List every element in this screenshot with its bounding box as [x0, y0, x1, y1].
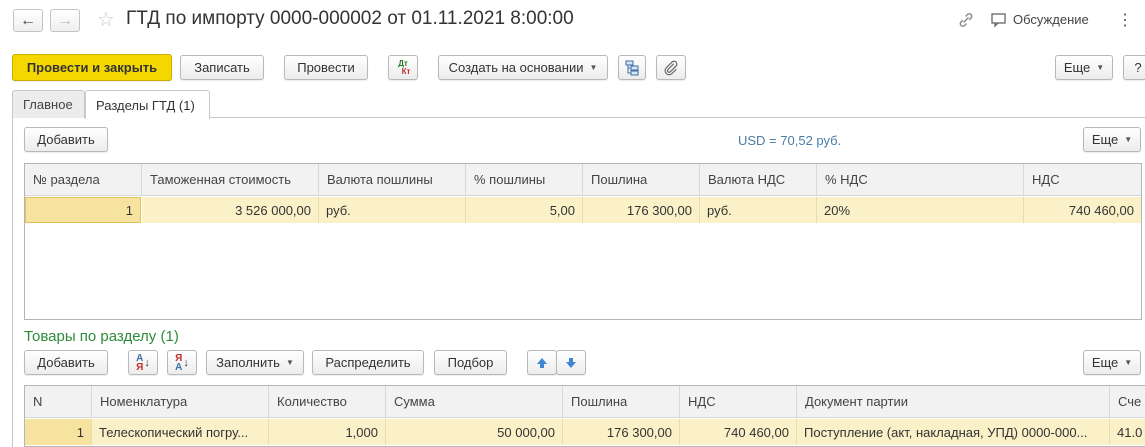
dt-kt-icon: Дт Кт: [396, 59, 411, 76]
discussion-link[interactable]: Обсуждение: [1013, 12, 1089, 27]
goods-section-title: Товары по разделу (1): [24, 328, 179, 345]
column-header[interactable]: Валюта НДС: [700, 164, 817, 196]
goods-more-label: Еще: [1091, 355, 1119, 370]
column-header[interactable]: Количество: [269, 386, 386, 418]
help-button[interactable]: ?: [1123, 55, 1145, 80]
panel-border: [12, 117, 13, 447]
arrow-down-icon: [566, 357, 576, 368]
table-cell[interactable]: 176 300,00: [583, 197, 700, 223]
attach-button[interactable]: [656, 55, 686, 80]
column-header[interactable]: НДС: [1024, 164, 1141, 196]
sort-ascending-icon: АЯ ↓: [136, 352, 150, 373]
more-menu-icon[interactable]: ⋮: [1117, 10, 1133, 30]
sort-descending-button[interactable]: ЯА ↓: [167, 350, 197, 375]
column-header[interactable]: % НДС: [817, 164, 1024, 196]
table-cell[interactable]: 41.0: [1110, 419, 1145, 445]
more-actions-button[interactable]: Еще ▼: [1055, 55, 1113, 80]
tab-gtd-sections-label: Разделы ГТД (1): [96, 97, 195, 113]
goods-more-button[interactable]: Еще ▼: [1083, 350, 1141, 375]
table-cell[interactable]: руб.: [319, 197, 466, 223]
column-header[interactable]: Пошлина: [563, 386, 680, 418]
sort-asc-bottom: Я: [136, 361, 144, 373]
chevron-down-icon: ▼: [1096, 63, 1105, 72]
sort-descending-icon: ЯА ↓: [175, 352, 189, 373]
table-cell[interactable]: 3 526 000,00: [142, 197, 319, 223]
chevron-down-icon: ▼: [589, 63, 598, 72]
sections-table[interactable]: № раздела Таможенная стоимость Валюта по…: [24, 163, 1142, 320]
post-button[interactable]: Провести: [284, 55, 368, 80]
tab-gtd-sections[interactable]: Разделы ГТД (1): [85, 90, 210, 119]
column-header[interactable]: Номенклатура: [92, 386, 269, 418]
sort-ascending-button[interactable]: АЯ ↓: [128, 350, 158, 375]
distribute-button[interactable]: Распределить: [312, 350, 424, 375]
back-button[interactable]: ←: [13, 9, 43, 32]
column-header[interactable]: Документ партии: [797, 386, 1110, 418]
fill-button[interactable]: Заполнить ▼: [206, 350, 304, 375]
table-cell[interactable]: 20%: [817, 197, 1024, 223]
create-based-on-label: Создать на основании: [448, 60, 584, 75]
hierarchy-icon: [625, 60, 639, 75]
column-header[interactable]: Таможенная стоимость: [142, 164, 319, 196]
table-cell[interactable]: 1: [25, 197, 141, 223]
column-header[interactable]: N: [25, 386, 92, 418]
post-and-close-button[interactable]: Провести и закрыть: [12, 54, 172, 81]
favorite-star-icon[interactable]: ☆: [97, 7, 115, 32]
save-button[interactable]: Записать: [180, 55, 264, 80]
table-cell[interactable]: руб.: [700, 197, 817, 223]
sections-more-button[interactable]: Еще ▼: [1083, 127, 1141, 152]
move-down-button[interactable]: [556, 350, 586, 375]
table-cell[interactable]: 50 000,00: [386, 419, 563, 445]
goods-add-button[interactable]: Добавить: [24, 350, 108, 375]
arrow-up-icon: [537, 357, 547, 368]
column-header[interactable]: Валюта пошлины: [319, 164, 466, 196]
fill-label: Заполнить: [216, 355, 280, 370]
forward-button[interactable]: →: [50, 9, 80, 32]
paperclip-icon: [664, 60, 678, 75]
column-header[interactable]: № раздела: [25, 164, 142, 196]
table-cell[interactable]: 176 300,00: [563, 419, 680, 445]
table-cell[interactable]: Поступление (акт, накладная, УПД) 0000-0…: [797, 419, 1110, 445]
column-header[interactable]: Сумма: [386, 386, 563, 418]
create-based-on-button[interactable]: Создать на основании ▼: [438, 55, 608, 80]
chevron-down-icon: ▼: [1124, 135, 1133, 144]
link-icon[interactable]: [957, 11, 975, 29]
sections-add-button[interactable]: Добавить: [24, 127, 108, 152]
chevron-down-icon: ▼: [285, 358, 294, 367]
column-header[interactable]: % пошлины: [466, 164, 583, 196]
sections-more-label: Еще: [1091, 132, 1119, 147]
page-title: ГТД по импорту 0000-000002 от 01.11.2021…: [126, 8, 574, 29]
column-header[interactable]: Пошлина: [583, 164, 700, 196]
table-cell[interactable]: 740 460,00: [1024, 197, 1141, 223]
forward-arrow-icon: →: [57, 11, 73, 29]
table-cell[interactable]: 740 460,00: [680, 419, 797, 445]
currency-rate: USD = 70,52 руб.: [738, 133, 842, 148]
table-cell[interactable]: 1,000: [269, 419, 386, 445]
goods-table[interactable]: N Номенклатура Количество Сумма Пошлина …: [24, 385, 1145, 447]
tab-divider: [210, 117, 1145, 118]
structure-button[interactable]: [618, 55, 646, 80]
column-header[interactable]: Сче: [1110, 386, 1145, 418]
kt-label: Кт: [401, 66, 411, 76]
pick-button[interactable]: Подбор: [434, 350, 507, 375]
tab-main-label: Главное: [23, 97, 73, 112]
back-arrow-icon: ←: [20, 11, 36, 29]
column-header[interactable]: НДС: [680, 386, 797, 418]
tab-main[interactable]: Главное: [12, 90, 85, 118]
discussion-icon: [990, 11, 1008, 29]
table-cell[interactable]: Телескопический погру...: [92, 419, 269, 445]
table-cell[interactable]: 5,00: [466, 197, 583, 223]
dt-kt-report-button[interactable]: Дт Кт: [388, 55, 418, 80]
chevron-down-icon: ▼: [1124, 358, 1133, 367]
move-up-button[interactable]: [527, 350, 557, 375]
sort-desc-bottom: А: [175, 361, 183, 373]
more-actions-label: Еще: [1063, 60, 1091, 75]
table-cell[interactable]: 1: [25, 419, 92, 445]
